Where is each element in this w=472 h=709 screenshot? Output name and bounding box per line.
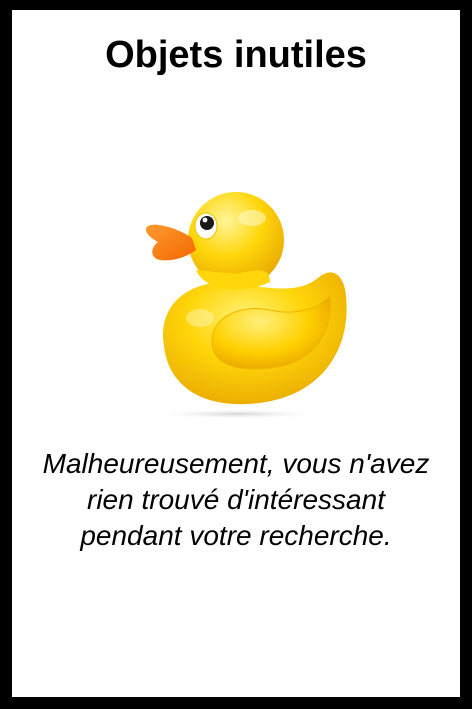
card-description: Malheureusement, vous n'avez rien trouvé… <box>42 448 430 551</box>
rubber-duck-icon <box>120 178 360 418</box>
card-title: Objets inutiles <box>105 34 367 76</box>
card-frame: Objets inutiles Malheureusement, vous n'… <box>0 0 472 709</box>
card-face: Objets inutiles Malheureusement, vous n'… <box>12 10 460 697</box>
